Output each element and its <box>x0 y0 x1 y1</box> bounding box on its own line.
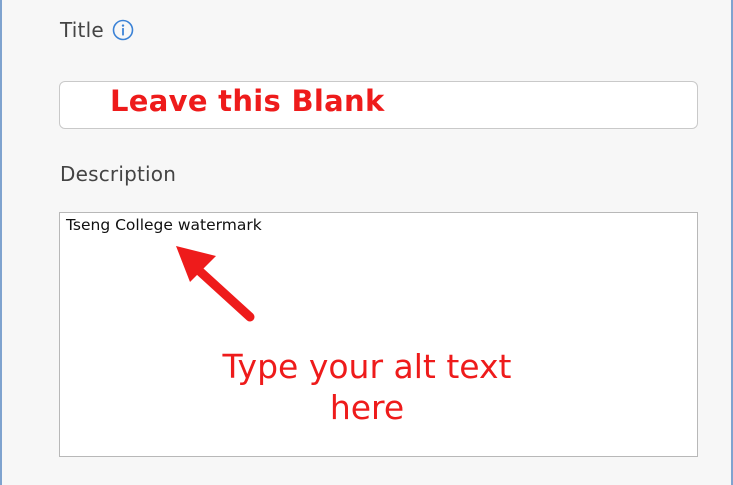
description-instruction-annotation: Type your alt text here <box>182 346 552 428</box>
description-annotation-line2: here <box>329 388 405 427</box>
title-label: Title <box>60 18 104 42</box>
title-instruction-annotation: Leave this Blank <box>110 84 385 118</box>
arrow-annotation-icon <box>176 246 255 322</box>
description-label: Description <box>60 162 177 186</box>
alt-text-panel: Title Leave this Blank Description Tseng… <box>0 0 733 485</box>
title-label-row: Title <box>60 18 134 42</box>
info-icon[interactable] <box>112 19 134 41</box>
description-annotation-line1: Type your alt text <box>222 347 512 386</box>
